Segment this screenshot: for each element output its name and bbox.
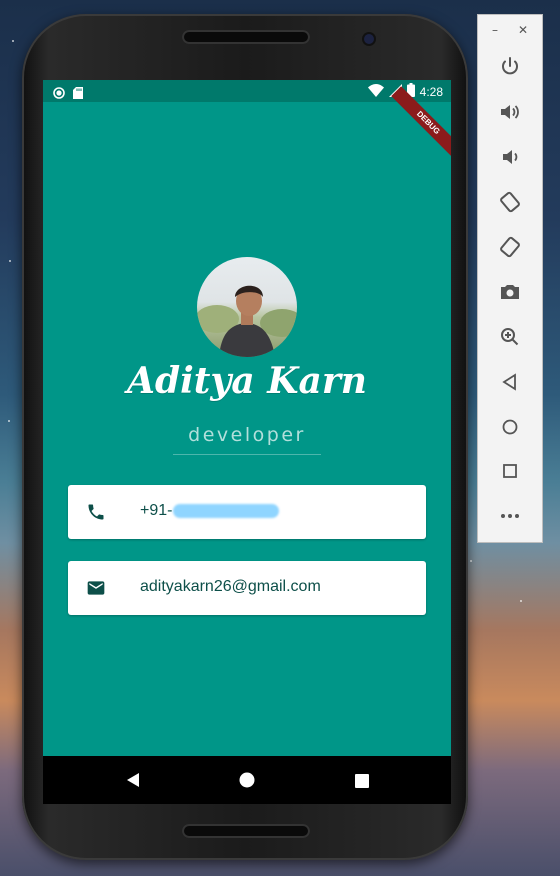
zoom-icon[interactable] xyxy=(498,325,522,349)
bottom-speaker xyxy=(182,824,310,838)
name-divider xyxy=(173,454,321,455)
mail-icon xyxy=(86,578,106,598)
rotate-right-icon[interactable] xyxy=(498,235,522,259)
device-screen: 4:28 DEBUG Aditya Karn developer +91- ad… xyxy=(43,80,451,804)
profile-name: Aditya Karn xyxy=(127,360,367,402)
volume-down-icon[interactable] xyxy=(498,145,522,169)
email-card[interactable]: adityakarn26@gmail.com xyxy=(68,561,426,615)
minimize-icon[interactable]: – xyxy=(492,23,498,37)
phone-redaction xyxy=(173,503,280,518)
sd-card-icon xyxy=(73,84,83,103)
rotate-left-icon[interactable] xyxy=(498,190,522,214)
phone-frame: 4:28 DEBUG Aditya Karn developer +91- ad… xyxy=(22,14,468,860)
phone-number: +91- xyxy=(140,502,173,519)
overview-icon[interactable] xyxy=(498,459,522,483)
home-icon[interactable] xyxy=(239,772,255,792)
front-camera xyxy=(364,34,374,44)
email-address: adityakarn26@gmail.com xyxy=(140,578,321,595)
close-icon[interactable]: ✕ xyxy=(518,23,528,37)
phone-card[interactable]: +91- xyxy=(68,485,426,539)
back-icon[interactable] xyxy=(498,370,522,394)
profile-role: developer xyxy=(188,424,306,446)
more-icon[interactable] xyxy=(498,504,522,528)
record-icon xyxy=(53,84,65,103)
navigation-bar xyxy=(43,756,451,804)
status-time: 4:28 xyxy=(419,84,443,99)
back-icon[interactable] xyxy=(125,772,141,792)
camera-icon[interactable] xyxy=(498,280,522,304)
home-icon[interactable] xyxy=(498,415,522,439)
power-icon[interactable] xyxy=(498,55,522,79)
volume-up-icon[interactable] xyxy=(498,100,522,124)
wifi-icon xyxy=(367,83,384,100)
app-content: DEBUG Aditya Karn developer +91- adityak… xyxy=(43,86,451,756)
avatar xyxy=(197,257,297,357)
recents-icon[interactable] xyxy=(355,773,369,792)
status-bar: 4:28 xyxy=(43,80,451,102)
emulator-toolbar: – ✕ xyxy=(477,14,543,543)
top-speaker xyxy=(182,30,310,44)
phone-icon xyxy=(86,502,106,522)
